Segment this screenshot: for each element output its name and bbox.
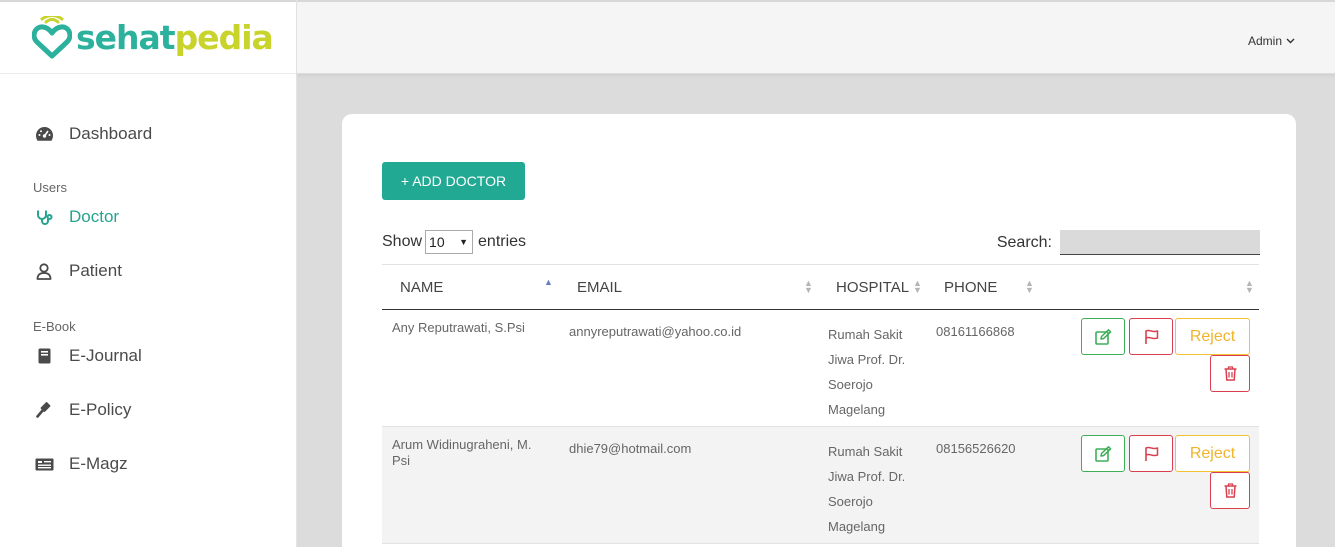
sidebar-item-dashboard[interactable]: Dashboard [0,120,296,148]
search-input[interactable] [1060,230,1260,255]
doctor-list-card: + ADD DOCTOR Show 10 ▼ entries Search: N… [342,114,1296,547]
newspaper-icon [33,458,55,471]
sidebar-item-label: Doctor [69,207,120,226]
page-length-control: Show 10 ▼ entries [382,230,526,254]
doctor-email: dhie79@hotmail.com [569,441,692,456]
trash-icon [1224,483,1236,498]
delete-button[interactable] [1210,472,1250,509]
column-header-email[interactable]: EMAIL [577,279,622,296]
table-row: Any Reputrawati, S.Psi annyreputrawati@y… [382,310,1259,427]
sort-icon: ▲ ▼ [913,278,922,295]
delete-button[interactable] [1210,355,1250,392]
edit-button[interactable] [1081,318,1125,355]
table-row: Arum Widinugraheni, M. Psi dhie79@hotmai… [382,427,1259,544]
column-header-name[interactable]: NAME [400,279,443,296]
flag-button[interactable] [1129,318,1173,355]
doctor-email: annyreputrawati@yahoo.co.id [569,324,742,339]
search-control: Search: [997,230,1260,255]
section-users-heading: Users [33,180,67,195]
column-header-phone[interactable]: PHONE [944,279,997,296]
doctor-table: NAME ▲ EMAIL ▲ ▼ HOSPITAL ▲ ▼ PHONE ▲ ▼ ▲ ▼ … [382,264,1259,544]
doctor-name: Any Reputrawati, S.Psi [392,320,525,335]
chevron-down-icon [1286,36,1295,47]
doctor-hospital: Rumah Sakit Jiwa Prof. Dr. Soerojo Magel… [828,444,906,534]
sidebar-item-label: E-Policy [69,400,132,419]
flag-button[interactable] [1129,435,1173,472]
sidebar-item-doctor[interactable]: Doctor [0,203,296,231]
section-ebook-heading: E-Book [33,319,76,334]
sidebar-item-emagz[interactable]: E-Magz [0,450,296,478]
entries-select[interactable]: 10 ▼ [425,230,474,254]
user-menu[interactable]: Admin [1248,34,1295,48]
sidebar-item-ejournal[interactable]: E-Journal [0,342,296,370]
column-header-hospital[interactable]: HOSPITAL [836,279,909,296]
edit-icon [1094,328,1111,345]
topbar: Admin [297,0,1335,74]
sidebar-item-epolicy[interactable]: E-Policy [0,396,296,424]
dropdown-arrow-icon: ▼ [459,237,469,247]
doctor-phone: 08156526620 [936,441,1016,456]
logo: sehatpedia [32,15,274,60]
flag-icon [1144,446,1158,461]
edit-button[interactable] [1081,435,1125,472]
brand-name: sehatpedia [76,18,274,57]
sidebar: sehatpedia Dashboard Users Doctor Patien… [0,0,297,547]
doctor-phone: 08161166868 [936,324,1015,339]
add-doctor-button[interactable]: + ADD DOCTOR [382,162,525,200]
sidebar-item-label: Dashboard [69,124,153,143]
gavel-icon [33,402,55,418]
search-label: Search: [996,233,1052,251]
edit-icon [1094,445,1111,462]
dashboard-icon [33,126,55,142]
sidebar-item-label: Patient [69,261,122,280]
entries-label: entries [478,233,527,250]
sidebar-nav: Dashboard Users Doctor Patient E-Book E-… [0,74,296,478]
trash-icon [1224,366,1236,381]
reject-button[interactable]: Reject [1175,318,1250,355]
stethoscope-icon [33,209,55,226]
sidebar-item-label: E-Magz [69,454,128,473]
show-label: Show [382,233,423,250]
sidebar-item-patient[interactable]: Patient [0,257,296,285]
sidebar-item-label: E-Journal [69,346,142,365]
sort-icon: ▲ ▼ [1025,278,1034,295]
table-header: NAME ▲ EMAIL ▲ ▼ HOSPITAL ▲ ▼ PHONE ▲ ▼ ▲ ▼ [382,264,1259,310]
doctor-hospital: Rumah Sakit Jiwa Prof. Dr. Soerojo Magel… [828,327,906,417]
sort-icon: ▲ ▼ [804,278,813,295]
sort-asc-icon: ▲ [544,277,553,287]
flag-icon [1144,329,1158,344]
book-icon [33,348,55,364]
reject-button[interactable]: Reject [1175,435,1250,472]
entries-value: 10 [429,234,445,250]
doctor-name: Arum Widinugraheni, M. Psi [392,437,532,468]
user-menu-label: Admin [1247,34,1282,48]
user-icon [33,262,55,280]
heart-signal-icon [32,15,72,58]
brand-logo[interactable]: sehatpedia [0,0,296,74]
sort-icon: ▲ ▼ [1245,278,1254,295]
